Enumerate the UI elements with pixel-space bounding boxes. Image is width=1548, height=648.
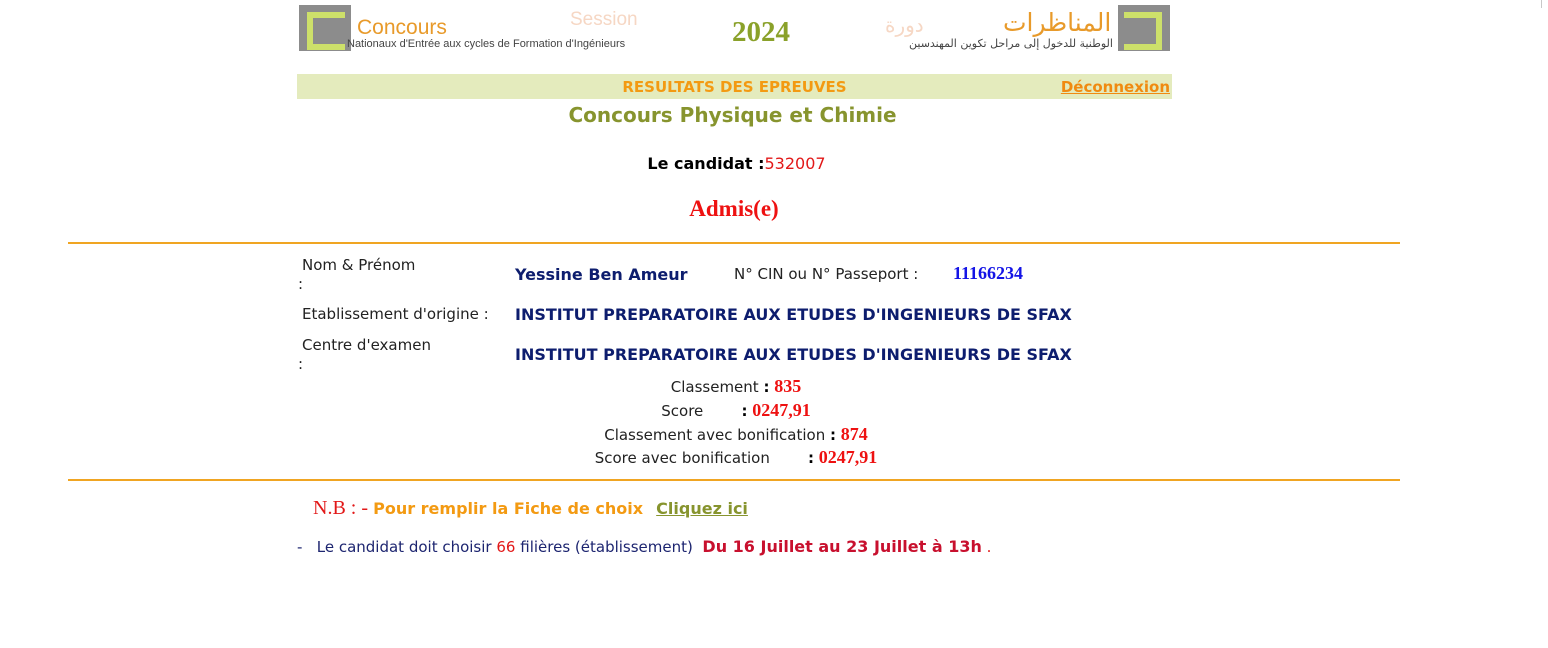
- classement-row: Classement : 835: [0, 376, 1472, 397]
- classement-label: Classement: [670, 378, 759, 396]
- name-label: Nom & Prénom: [302, 256, 416, 274]
- score-label: Score: [661, 402, 704, 420]
- note-dash: -: [297, 538, 303, 556]
- note-end: .: [986, 538, 992, 556]
- nb-label: N.B : -: [313, 497, 368, 519]
- note-text-2: filières (établissement): [520, 538, 693, 556]
- classement-bonif-label: Classement avec bonification: [604, 426, 826, 444]
- admission-status: Admis(e): [689, 196, 779, 221]
- logo-left-icon: [299, 5, 351, 51]
- note-text-1: Le candidat doit choisir: [316, 538, 492, 556]
- candidat-number: 532007: [764, 154, 826, 173]
- score-bonif-value: 0247,91: [818, 447, 878, 467]
- classement-bonif-row: Classement avec bonification : 874: [0, 424, 1472, 445]
- classement-bonif-value: 874: [840, 424, 868, 444]
- logout-link[interactable]: Déconnexion: [1061, 78, 1170, 96]
- results-bar: RESULTATS DES EPREUVES Déconnexion: [297, 74, 1172, 99]
- concours-fr-title: Concours: [357, 16, 447, 39]
- concours-fr-subtitle: Nationaux d'Entrée aux cycles de Formati…: [347, 38, 626, 50]
- score-bonif-colon: :: [807, 449, 814, 467]
- score-value: 0247,91: [752, 400, 811, 420]
- fiche-choix-link[interactable]: Cliquez ici: [656, 499, 748, 518]
- note-count: 66: [496, 538, 516, 556]
- classement-bonif-colon: :: [830, 426, 836, 444]
- cin-value: 11166234: [953, 263, 1024, 283]
- divider-bottom: [68, 479, 1400, 481]
- score-row: Score : 0247,91: [0, 400, 1472, 421]
- nb-text: Pour remplir la Fiche de choix: [373, 499, 644, 518]
- deadline-note: - Le candidat doit choisir 66 filières (…: [297, 537, 991, 556]
- session-ar-label: دورة: [885, 13, 924, 37]
- results-title: RESULTATS DES EPREUVES: [622, 78, 847, 96]
- centre-value: INSTITUT PREPARATOIRE AUX ETUDES D'INGEN…: [515, 345, 1072, 364]
- session-fr-label: Session: [570, 9, 638, 30]
- score-colon: :: [741, 402, 748, 420]
- page-edge-divider: [1541, 0, 1542, 8]
- score-bonif-row: Score avec bonification : 0247,91: [0, 447, 1472, 468]
- candidat-label: Le candidat :: [647, 154, 765, 173]
- name-colon: :: [298, 275, 304, 293]
- classement-colon: :: [763, 378, 770, 396]
- note-dates: Du 16 Juillet au 23 Juillet à 13h: [702, 537, 982, 556]
- concours-title: Concours Physique et Chimie: [568, 103, 897, 127]
- score-bonif-label: Score avec bonification: [594, 449, 770, 467]
- concours-ar-subtitle: الوطنية للدخول إلى مراحل تكوين المهندسين: [909, 37, 1113, 50]
- centre-colon: :: [298, 355, 304, 373]
- logo-right-icon: [1118, 5, 1170, 51]
- candidat-line: Le candidat :532007: [0, 154, 1473, 173]
- etab-value: INSTITUT PREPARATOIRE AUX ETUDES D'INGEN…: [515, 305, 1072, 324]
- classement-value: 835: [774, 376, 802, 396]
- name-value: Yessine Ben Ameur: [515, 265, 688, 284]
- divider-top: [68, 242, 1400, 244]
- etab-label: Etablissement d'origine :: [302, 305, 489, 323]
- cin-label: N° CIN ou N° Passeport :: [734, 265, 919, 283]
- centre-label: Centre d'examen: [302, 336, 431, 354]
- concours-ar-title: المناظرات: [1003, 8, 1112, 37]
- session-year: 2024: [732, 16, 790, 48]
- header-banner: Concours Nationaux d'Entrée aux cycles d…: [297, 4, 1172, 54]
- nb-line: N.B : - Pour remplir la Fiche de choix C…: [313, 497, 748, 520]
